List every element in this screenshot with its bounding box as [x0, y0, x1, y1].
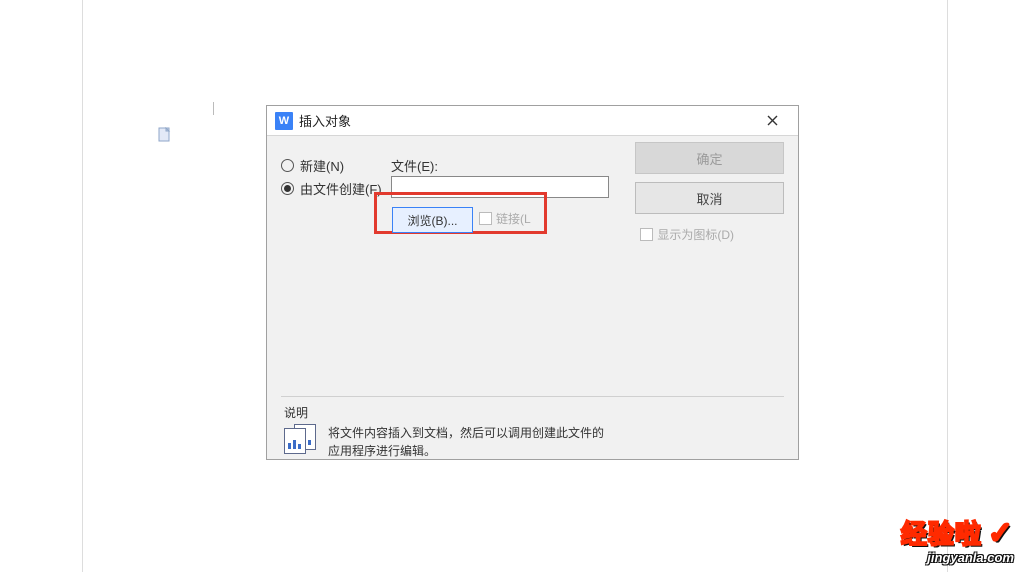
- radio-from-file[interactable]: 由文件创建(F): [281, 179, 382, 198]
- close-icon: [767, 115, 778, 126]
- app-icon: W: [275, 112, 293, 130]
- file-field-label: 文件(E):: [391, 156, 438, 175]
- file-path-input[interactable]: [391, 176, 609, 198]
- radio-dot-icon: [284, 185, 291, 192]
- watermark: 经验啦 ✓ jingyanla.com: [901, 519, 1014, 564]
- cancel-button[interactable]: 取消: [635, 182, 784, 214]
- check-icon: ✓: [988, 519, 1014, 549]
- dialog-title: 插入对象: [299, 111, 754, 130]
- dialog-titlebar: W 插入对象: [267, 106, 798, 136]
- doc-link-icon: [158, 127, 172, 143]
- show-as-icon-checkbox[interactable]: [640, 228, 653, 241]
- description-text: 将文件内容插入到文档，然后可以调用创建此文件的应用程序进行编辑。: [328, 424, 608, 460]
- close-button[interactable]: [754, 106, 790, 136]
- ok-button[interactable]: 确定: [635, 142, 784, 174]
- watermark-title: 经验啦 ✓: [901, 519, 1014, 549]
- link-checkbox-label: 链接(L: [496, 210, 531, 227]
- description-heading: 说明: [284, 404, 308, 421]
- insert-object-dialog: W 插入对象 新建(N) 由文件创建(F) 文件(E): 浏览(B)... 链接…: [266, 105, 799, 460]
- show-as-icon-label: 显示为图标(D): [657, 226, 734, 243]
- link-checkbox-row: 链接(L: [479, 210, 531, 227]
- watermark-url: jingyanla.com: [901, 551, 1014, 564]
- radio-new-label: 新建(N): [300, 156, 344, 175]
- radio-icon: [281, 182, 294, 195]
- browse-button[interactable]: 浏览(B)...: [392, 207, 473, 233]
- description-row: 将文件内容插入到文档，然后可以调用创建此文件的应用程序进行编辑。: [284, 424, 608, 460]
- watermark-title-text: 经验啦: [901, 521, 982, 547]
- show-as-icon-row: 显示为图标(D): [640, 226, 734, 243]
- ruler-tick: [195, 102, 255, 120]
- dialog-body: 新建(N) 由文件创建(F) 文件(E): 浏览(B)... 链接(L 确定 取…: [267, 136, 798, 459]
- radio-new[interactable]: 新建(N): [281, 156, 382, 175]
- radio-from-file-label: 由文件创建(F): [300, 179, 382, 198]
- create-mode-radio-group: 新建(N) 由文件创建(F): [281, 152, 382, 202]
- radio-icon: [281, 159, 294, 172]
- description-icon: [284, 424, 320, 454]
- dialog-buttons: 确定 取消: [635, 142, 784, 214]
- link-checkbox[interactable]: [479, 212, 492, 225]
- separator: [281, 396, 784, 397]
